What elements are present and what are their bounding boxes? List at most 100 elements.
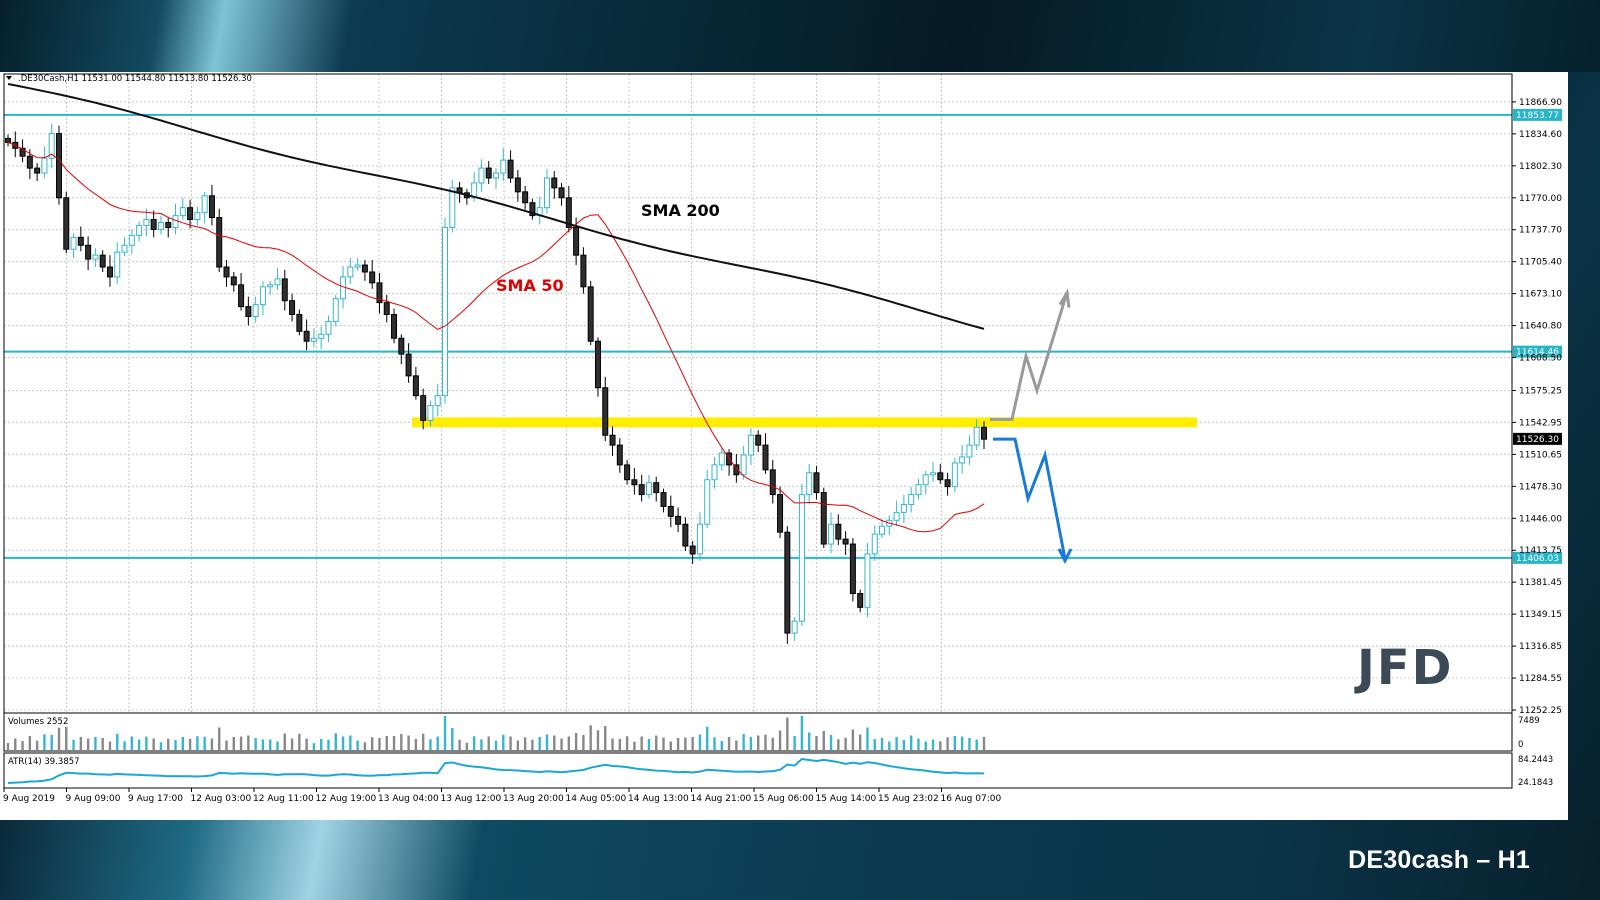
chart-header: .DE30Cash,H1 11531.00 11544.80 11513.80 … <box>18 74 252 84</box>
price-chart[interactable]: 11853.7711614.4611406.0311526.30 11866.9… <box>0 72 1568 820</box>
volume-label: Volumes 2552 <box>8 717 68 727</box>
resistance-zone <box>412 417 1197 428</box>
candle-body <box>973 426 980 446</box>
candle-body <box>41 157 48 174</box>
candle-body <box>412 375 419 397</box>
candle-body <box>245 306 252 317</box>
candle-body <box>689 545 696 555</box>
atr-label: ATR(14) 39.3857 <box>8 757 80 767</box>
candle-body <box>835 523 842 540</box>
x-tick-label: 12 Aug 11:00 <box>253 794 314 804</box>
candle-body <box>594 340 601 389</box>
candle-body <box>238 284 245 308</box>
candle-body <box>398 337 405 355</box>
candle-body <box>631 479 638 486</box>
y-tick-label: 11866.90 <box>1519 98 1562 108</box>
candle-body <box>187 207 194 221</box>
y-tick-label: 11770.00 <box>1519 194 1562 204</box>
y-tick-label: 11413.75 <box>1519 546 1562 556</box>
candle-body <box>653 482 660 494</box>
candle-body <box>420 395 427 421</box>
candle-body <box>500 159 507 174</box>
candle-body <box>55 132 62 199</box>
x-tick-label: 14 Aug 05:00 <box>566 794 627 804</box>
candle-body <box>507 159 514 179</box>
candle-body <box>296 314 303 332</box>
y-tick-label: 11673.10 <box>1519 290 1562 300</box>
candle-body <box>143 219 150 226</box>
candle-body <box>427 405 434 421</box>
price-frame <box>3 73 1513 714</box>
candle-body <box>638 484 645 496</box>
x-tick-label: 9 Aug 09:00 <box>66 794 121 804</box>
candle-body <box>660 492 667 507</box>
candle-body <box>602 387 609 436</box>
candle-body <box>857 593 864 608</box>
candle-body <box>77 236 84 246</box>
candle-body <box>981 426 987 440</box>
candle-body <box>361 264 368 273</box>
resistance-zone-layer <box>412 417 1197 428</box>
y-tick-label: 11705.40 <box>1519 258 1562 268</box>
candle-body <box>769 469 776 496</box>
candle-body <box>937 472 944 481</box>
candle-body <box>820 492 827 545</box>
candle-body <box>34 167 41 174</box>
candle-body <box>383 302 390 316</box>
candle-body <box>543 177 550 209</box>
candle-body <box>587 286 594 342</box>
x-tick-label: 15 Aug 06:00 <box>753 794 814 804</box>
header-dropdown-icon[interactable] <box>6 76 12 80</box>
candle-body <box>165 222 172 228</box>
candle-body <box>99 254 106 268</box>
candle-body <box>128 234 135 246</box>
candle-body <box>900 503 907 513</box>
candle-body <box>201 195 208 214</box>
x-tick-label: 13 Aug 20:00 <box>503 794 564 804</box>
candle-body <box>216 217 223 268</box>
candle-body <box>893 511 900 521</box>
candle-body <box>558 187 565 199</box>
y-tick-label: 11381.45 <box>1519 578 1562 588</box>
candle-body <box>747 434 754 456</box>
candle-body <box>63 197 70 250</box>
candle-body <box>704 479 711 525</box>
y-tick-label: 11478.30 <box>1519 482 1562 492</box>
candle-body <box>121 244 128 253</box>
candle-body <box>369 271 376 284</box>
y-tick-label: 11834.60 <box>1519 130 1562 140</box>
footer-title: DE30cash – H1 <box>1348 846 1530 874</box>
candle-body <box>194 212 201 221</box>
atr-tick-label: 84.2443 <box>1518 755 1553 765</box>
candle-body <box>252 304 259 317</box>
candle-body <box>26 155 33 169</box>
candle-body <box>959 456 966 464</box>
candle-body <box>259 286 266 306</box>
x-tick-label: 12 Aug 19:00 <box>316 794 377 804</box>
candle-body <box>580 254 587 288</box>
candle-body <box>485 167 492 179</box>
x-tick-label: 13 Aug 04:00 <box>378 794 439 804</box>
candle-body <box>551 177 558 189</box>
atr-panel: ATR(14) 39.3857 84.2443 24.1843 <box>3 752 1553 789</box>
candle-body <box>718 452 725 466</box>
candle-body <box>289 300 296 316</box>
candle-body <box>784 531 791 634</box>
candle-body <box>85 244 92 260</box>
candle-body <box>813 472 820 494</box>
candle-body <box>908 494 915 505</box>
chart-panel[interactable]: 11853.77 11614.46 11406.03 11526.30 11866.9… <box>0 72 1568 820</box>
sma-50-line <box>7 141 985 533</box>
candle-body <box>5 137 11 143</box>
x-tick-label: 14 Aug 21:00 <box>691 794 752 804</box>
candle-body <box>391 314 398 339</box>
grid <box>3 74 1512 712</box>
y-tick-label: 11575.25 <box>1519 386 1562 396</box>
y-tick-label: 11446.00 <box>1519 514 1562 524</box>
candle-body <box>332 298 339 322</box>
candle-body <box>325 320 332 335</box>
volume-tick-label: 0 <box>1518 740 1523 750</box>
candle-body <box>347 266 354 278</box>
candle-body <box>864 553 871 608</box>
candle-body <box>930 472 937 476</box>
